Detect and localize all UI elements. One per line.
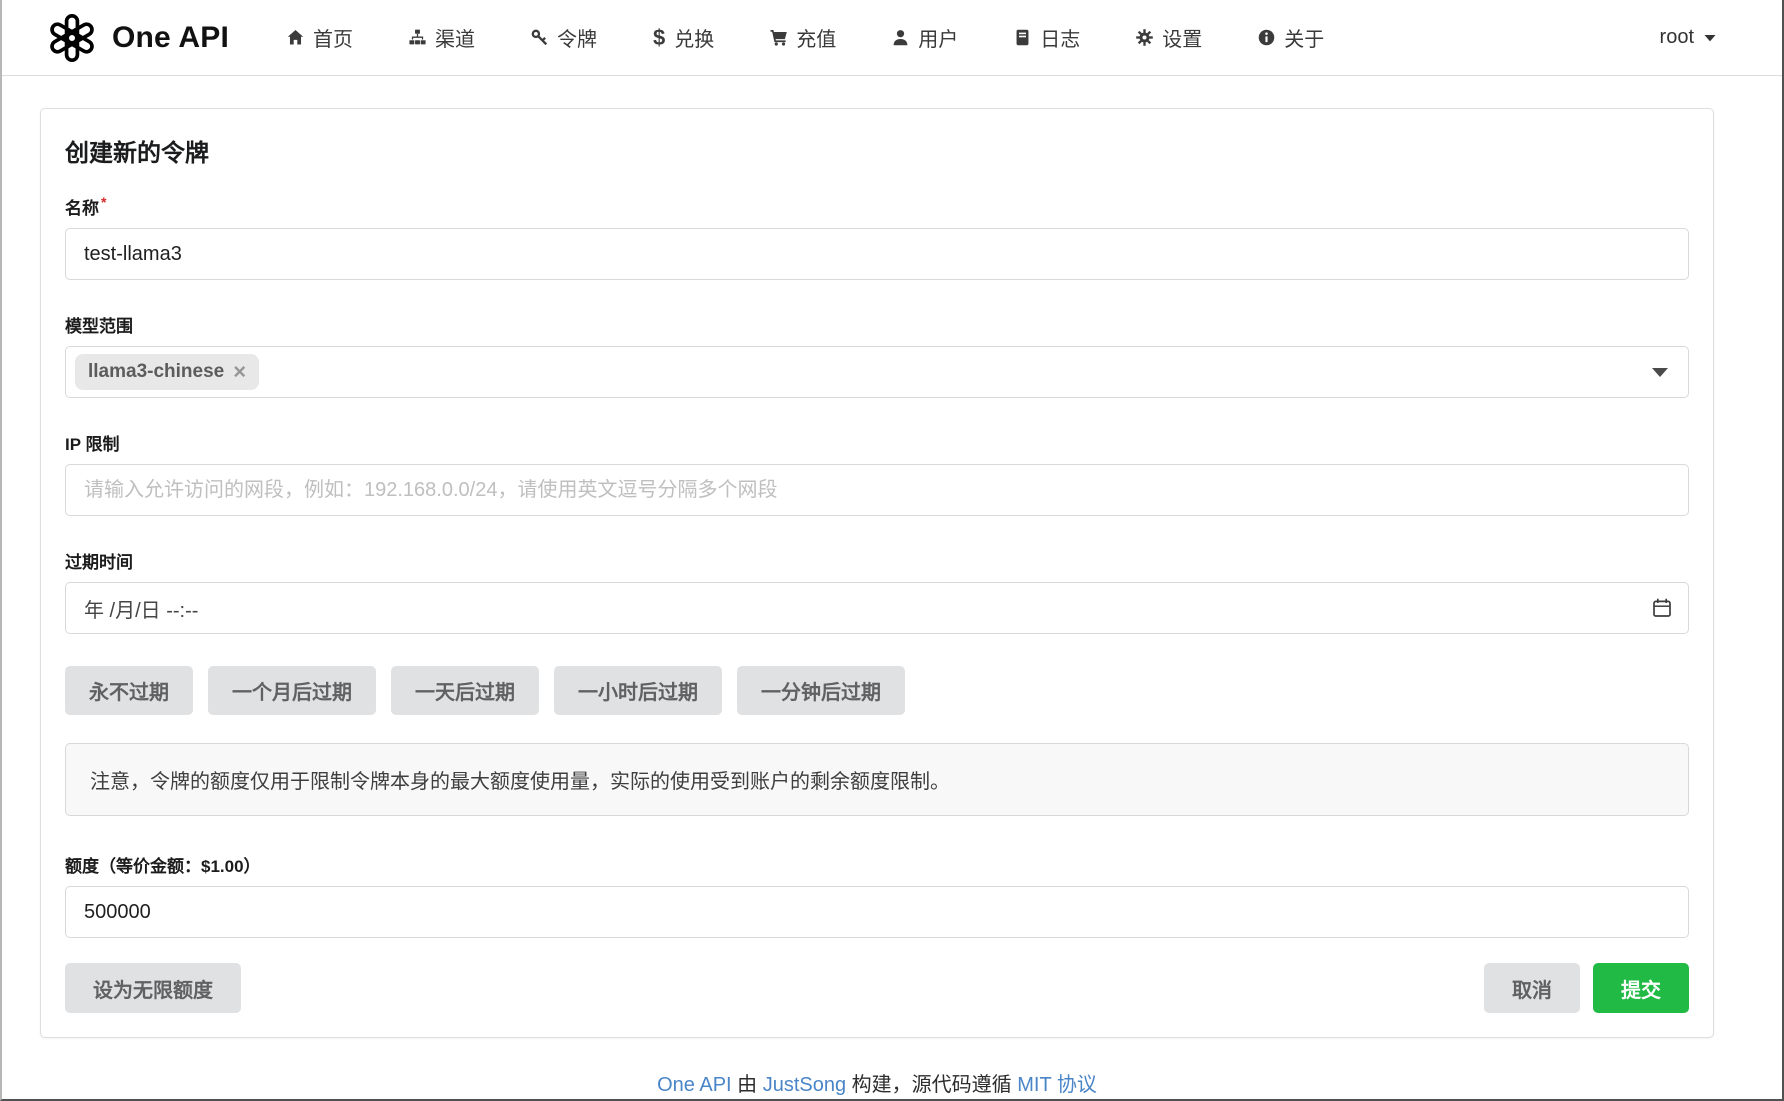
tag-remove-icon[interactable]: × xyxy=(233,361,246,383)
expire-one-hour-button[interactable]: 一小时后过期 xyxy=(554,666,722,715)
footer-text: 由 xyxy=(732,1074,763,1096)
models-field-group: 模型范围 llama3-chinese × xyxy=(65,312,1689,398)
nav-item-topup[interactable]: 充值 xyxy=(742,0,864,76)
submit-button[interactable]: 提交 xyxy=(1593,963,1689,1013)
nav-item-label: 日志 xyxy=(1040,23,1080,52)
nav-item-settings[interactable]: 设置 xyxy=(1108,0,1230,76)
expire-one-month-button[interactable]: 一个月后过期 xyxy=(208,666,376,715)
user-menu[interactable]: root xyxy=(1660,26,1716,49)
openai-logo-icon xyxy=(46,12,98,64)
nav-item-home[interactable]: 首页 xyxy=(259,0,381,76)
nav-item-label: 充值 xyxy=(796,23,836,52)
nav-item-label: 渠道 xyxy=(435,23,475,52)
expiry-quick-buttons: 永不过期 一个月后过期 一天后过期 一小时后过期 一分钟后过期 xyxy=(65,666,1689,715)
home-icon xyxy=(287,29,304,46)
ip-input[interactable] xyxy=(65,464,1689,516)
user-name: root xyxy=(1660,26,1694,49)
expire-datetime-value: 年 /月/日 --:-- xyxy=(84,594,198,623)
expire-label: 过期时间 xyxy=(65,548,1689,573)
app-window: One API 首页 渠道 xyxy=(0,0,1784,1101)
create-token-card: 创建新的令牌 名称* 模型范围 llama3-chinese × xyxy=(40,108,1714,1038)
nav-item-about[interactable]: 关于 xyxy=(1230,0,1352,76)
cart-icon xyxy=(770,29,787,46)
nav-menu: 首页 渠道 令牌 $ xyxy=(259,0,1352,76)
ip-label: IP 限制 xyxy=(65,430,1689,455)
nav-item-tokens[interactable]: 令牌 xyxy=(503,0,625,76)
dropdown-caret-icon xyxy=(1652,368,1668,377)
calendar-icon[interactable] xyxy=(1652,598,1672,618)
footer-link-mit[interactable]: MIT 协议 xyxy=(1017,1074,1097,1096)
expire-one-day-button[interactable]: 一天后过期 xyxy=(391,666,539,715)
log-icon xyxy=(1014,29,1031,46)
name-label: 名称* xyxy=(65,194,1689,219)
nav-item-label: 用户 xyxy=(918,23,958,52)
nav-item-logs[interactable]: 日志 xyxy=(986,0,1108,76)
key-icon xyxy=(531,29,548,46)
model-tag: llama3-chinese × xyxy=(75,354,259,390)
sitemap-icon xyxy=(409,29,426,46)
nav-item-redeem[interactable]: $ 兑换 xyxy=(625,0,742,76)
footer: One API 由 JustSong 构建，源代码遵循 MIT 协议 xyxy=(40,1068,1714,1097)
cancel-button[interactable]: 取消 xyxy=(1484,963,1580,1013)
dollar-icon: $ xyxy=(653,27,665,49)
quota-label: 额度（等价金额：$1.00） xyxy=(65,852,1689,877)
name-field-group: 名称* xyxy=(65,194,1689,280)
quota-notice: 注意，令牌的额度仅用于限制令牌本身的最大额度使用量，实际的使用受到账户的剩余额度… xyxy=(65,743,1689,816)
quota-input[interactable] xyxy=(65,886,1689,938)
form-actions: 设为无限额度 取消 提交 xyxy=(65,963,1689,1013)
nav-item-label: 关于 xyxy=(1284,23,1324,52)
footer-link-oneapi[interactable]: One API xyxy=(657,1074,732,1096)
brand[interactable]: One API xyxy=(46,12,229,64)
nav-item-label: 兑换 xyxy=(674,23,714,52)
models-label: 模型范围 xyxy=(65,312,1689,337)
submit-actions: 取消 提交 xyxy=(1484,963,1689,1013)
models-select[interactable]: llama3-chinese × xyxy=(65,346,1689,398)
unlimited-quota-button[interactable]: 设为无限额度 xyxy=(65,963,241,1013)
nav-item-label: 令牌 xyxy=(557,23,597,52)
expire-field-group: 过期时间 年 /月/日 --:-- xyxy=(65,548,1689,634)
chevron-down-icon xyxy=(1704,34,1716,42)
main-content: 创建新的令牌 名称* 模型范围 llama3-chinese × xyxy=(2,76,1782,1097)
footer-text: 构建，源代码遵循 xyxy=(846,1074,1017,1096)
user-icon xyxy=(892,29,909,46)
brand-name: One API xyxy=(112,21,229,55)
expire-one-minute-button[interactable]: 一分钟后过期 xyxy=(737,666,905,715)
model-tag-label: llama3-chinese xyxy=(88,361,224,383)
top-navbar: One API 首页 渠道 xyxy=(2,0,1782,76)
expire-datetime-input[interactable]: 年 /月/日 --:-- xyxy=(65,582,1689,634)
quota-field-group: 额度（等价金额：$1.00） xyxy=(65,852,1689,938)
info-icon xyxy=(1258,29,1275,46)
nav-item-label: 设置 xyxy=(1162,23,1202,52)
nav-item-channels[interactable]: 渠道 xyxy=(381,0,503,76)
name-input[interactable] xyxy=(65,228,1689,280)
nav-item-label: 首页 xyxy=(313,23,353,52)
page-title: 创建新的令牌 xyxy=(65,133,1689,168)
footer-link-justsong[interactable]: JustSong xyxy=(763,1074,846,1096)
never-expire-button[interactable]: 永不过期 xyxy=(65,666,193,715)
required-asterisk: * xyxy=(101,194,106,210)
ip-field-group: IP 限制 xyxy=(65,430,1689,516)
nav-item-users[interactable]: 用户 xyxy=(864,0,986,76)
gear-icon xyxy=(1136,29,1153,46)
